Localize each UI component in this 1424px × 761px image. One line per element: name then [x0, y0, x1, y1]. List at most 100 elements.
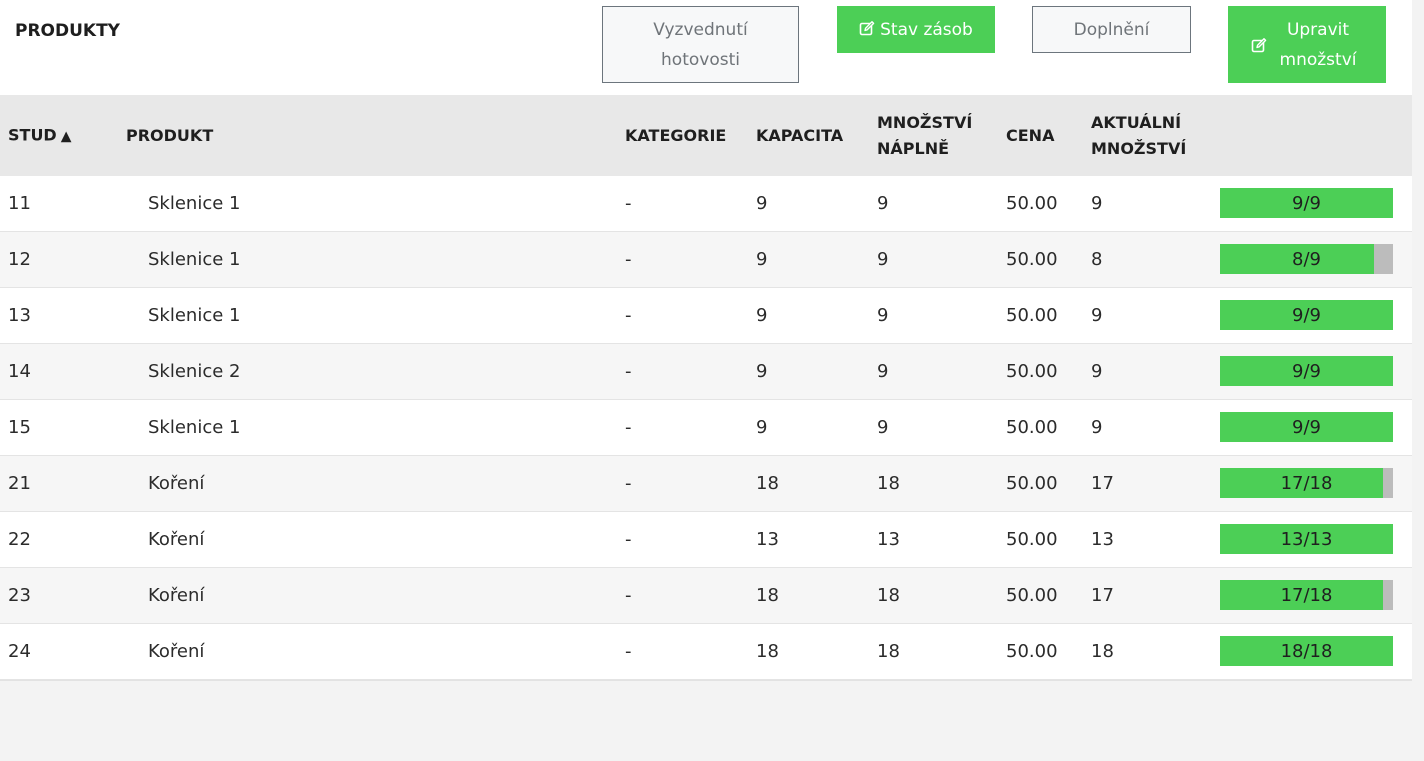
cell-kategorie: -: [625, 473, 632, 494]
cell-stud: 21: [8, 473, 31, 494]
cell-produkt: Sklenice 1: [148, 305, 241, 326]
table-row[interactable]: 13 Sklenice 1 - 9 9 50.00 9 9/9: [0, 288, 1412, 344]
cell-produkt: Koření: [148, 473, 205, 494]
column-mnozstvi-naplne-line1: MNOŽSTVÍ: [877, 112, 973, 132]
column-aktualni-line2: MNOŽSTVÍ: [1091, 138, 1187, 158]
cell-aktualni-mnozstvi: 17: [1091, 473, 1114, 494]
cell-aktualni-mnozstvi: 17: [1091, 585, 1114, 606]
cell-aktualni-mnozstvi: 9: [1091, 193, 1103, 214]
cell-cena: 50.00: [1006, 641, 1058, 662]
cell-mnozstvi-naplne: 9: [877, 361, 889, 382]
column-aktualni-line1: AKTUÁLNÍ: [1091, 112, 1182, 132]
stock-progress-label: 9/9: [1292, 361, 1321, 382]
cell-kapacita: 9: [756, 249, 768, 270]
cell-mnozstvi-naplne: 9: [877, 249, 889, 270]
cell-cena: 50.00: [1006, 193, 1058, 214]
refill-button[interactable]: Doplnění: [1032, 6, 1191, 53]
column-header-stud[interactable]: STUD ▲: [8, 122, 72, 149]
edit-quantity-button[interactable]: Upravit množství: [1228, 6, 1386, 83]
cell-mnozstvi-naplne: 18: [877, 585, 900, 606]
stock-progress-bar: 9/9: [1220, 188, 1393, 218]
cell-cena: 50.00: [1006, 305, 1058, 326]
cell-kategorie: -: [625, 585, 632, 606]
products-panel: PRODUKTY Vyzvednutí hotovosti Stav zásob…: [0, 0, 1412, 681]
stock-status-button[interactable]: Stav zásob: [837, 6, 995, 53]
cell-kategorie: -: [625, 641, 632, 662]
cell-kapacita: 13: [756, 529, 779, 550]
column-mnozstvi-naplne-line2: NÁPLNĚ: [877, 138, 950, 158]
stock-progress-label: 9/9: [1292, 305, 1321, 326]
cell-kapacita: 9: [756, 305, 768, 326]
edit-quantity-label: Upravit množství: [1279, 19, 1357, 70]
table-row[interactable]: 21 Koření - 18 18 50.00 17 17/18: [0, 456, 1412, 512]
cell-produkt: Koření: [148, 585, 205, 606]
cell-aktualni-mnozstvi: 9: [1091, 305, 1103, 326]
edit-icon: [1251, 37, 1267, 53]
cell-aktualni-mnozstvi: 9: [1091, 361, 1103, 382]
cell-kapacita: 18: [756, 641, 779, 662]
cell-kategorie: -: [625, 193, 632, 214]
column-header-cena[interactable]: CENA: [1006, 123, 1054, 149]
cell-kategorie: -: [625, 417, 632, 438]
cell-cena: 50.00: [1006, 361, 1058, 382]
cell-mnozstvi-naplne: 9: [877, 193, 889, 214]
stock-progress-bar: 13/13: [1220, 524, 1393, 554]
table-row[interactable]: 24 Koření - 18 18 50.00 18 18/18: [0, 624, 1412, 680]
withdraw-cash-label: Vyzvednutí hotovosti: [653, 19, 748, 70]
stock-progress-bar: 8/9: [1220, 244, 1393, 274]
table-row[interactable]: 15 Sklenice 1 - 9 9 50.00 9 9/9: [0, 400, 1412, 456]
column-header-kapacita[interactable]: KAPACITA: [756, 123, 843, 149]
table-row[interactable]: 23 Koření - 18 18 50.00 17 17/18: [0, 568, 1412, 624]
stock-progress-bar: 17/18: [1220, 580, 1393, 610]
cell-stud: 13: [8, 305, 31, 326]
refill-label: Doplnění: [1073, 19, 1150, 40]
edit-icon: [859, 20, 875, 36]
cell-cena: 50.00: [1006, 417, 1058, 438]
cell-kapacita: 9: [756, 417, 768, 438]
column-header-mnozstvi-naplne[interactable]: MNOŽSTVÍ NÁPLNĚ: [877, 110, 972, 162]
table-row[interactable]: 12 Sklenice 1 - 9 9 50.00 8 8/9: [0, 232, 1412, 288]
stock-progress-bar: 18/18: [1220, 636, 1393, 666]
cell-mnozstvi-naplne: 18: [877, 473, 900, 494]
stock-progress-bar: 9/9: [1220, 356, 1393, 386]
table-row[interactable]: 14 Sklenice 2 - 9 9 50.00 9 9/9: [0, 344, 1412, 400]
withdraw-cash-button[interactable]: Vyzvednutí hotovosti: [602, 6, 799, 83]
column-stud-label: STUD: [8, 125, 57, 144]
panel-header: PRODUKTY Vyzvednutí hotovosti Stav zásob…: [0, 0, 1412, 95]
stock-status-label: Stav zásob: [880, 19, 973, 40]
cell-mnozstvi-naplne: 9: [877, 305, 889, 326]
table-row[interactable]: 22 Koření - 13 13 50.00 13 13/13: [0, 512, 1412, 568]
cell-cena: 50.00: [1006, 473, 1058, 494]
stock-progress-label: 13/13: [1280, 529, 1333, 550]
cell-kategorie: -: [625, 249, 632, 270]
cell-cena: 50.00: [1006, 249, 1058, 270]
cell-produkt: Sklenice 1: [148, 417, 241, 438]
cell-cena: 50.00: [1006, 529, 1058, 550]
cell-produkt: Sklenice 1: [148, 193, 241, 214]
cell-mnozstvi-naplne: 9: [877, 417, 889, 438]
column-header-produkt[interactable]: PRODUKT: [126, 123, 213, 149]
cell-stud: 22: [8, 529, 31, 550]
cell-stud: 15: [8, 417, 31, 438]
stock-progress-label: 17/18: [1280, 585, 1333, 606]
cell-aktualni-mnozstvi: 9: [1091, 417, 1103, 438]
cell-stud: 14: [8, 361, 31, 382]
column-header-aktualni-mnozstvi[interactable]: AKTUÁLNÍ MNOŽSTVÍ: [1091, 110, 1186, 162]
cell-kategorie: -: [625, 529, 632, 550]
table-row[interactable]: 11 Sklenice 1 - 9 9 50.00 9 9/9: [0, 176, 1412, 232]
table-body: 11 Sklenice 1 - 9 9 50.00 9 9/9 12 Sklenice 1 - 9 9 5…: [0, 176, 1412, 680]
cell-kategorie: -: [625, 305, 632, 326]
stock-progress-label: 18/18: [1280, 641, 1333, 662]
cell-produkt: Koření: [148, 529, 205, 550]
cell-kapacita: 9: [756, 361, 768, 382]
page-title: PRODUKTY: [15, 21, 120, 41]
cell-aktualni-mnozstvi: 18: [1091, 641, 1114, 662]
cell-stud: 23: [8, 585, 31, 606]
stock-progress-bar: 9/9: [1220, 300, 1393, 330]
column-header-kategorie[interactable]: KATEGORIE: [625, 123, 726, 149]
stock-progress-label: 9/9: [1292, 417, 1321, 438]
cell-produkt: Koření: [148, 641, 205, 662]
cell-aktualni-mnozstvi: 8: [1091, 249, 1103, 270]
cell-kapacita: 18: [756, 473, 779, 494]
stock-progress-label: 8/9: [1292, 249, 1321, 270]
